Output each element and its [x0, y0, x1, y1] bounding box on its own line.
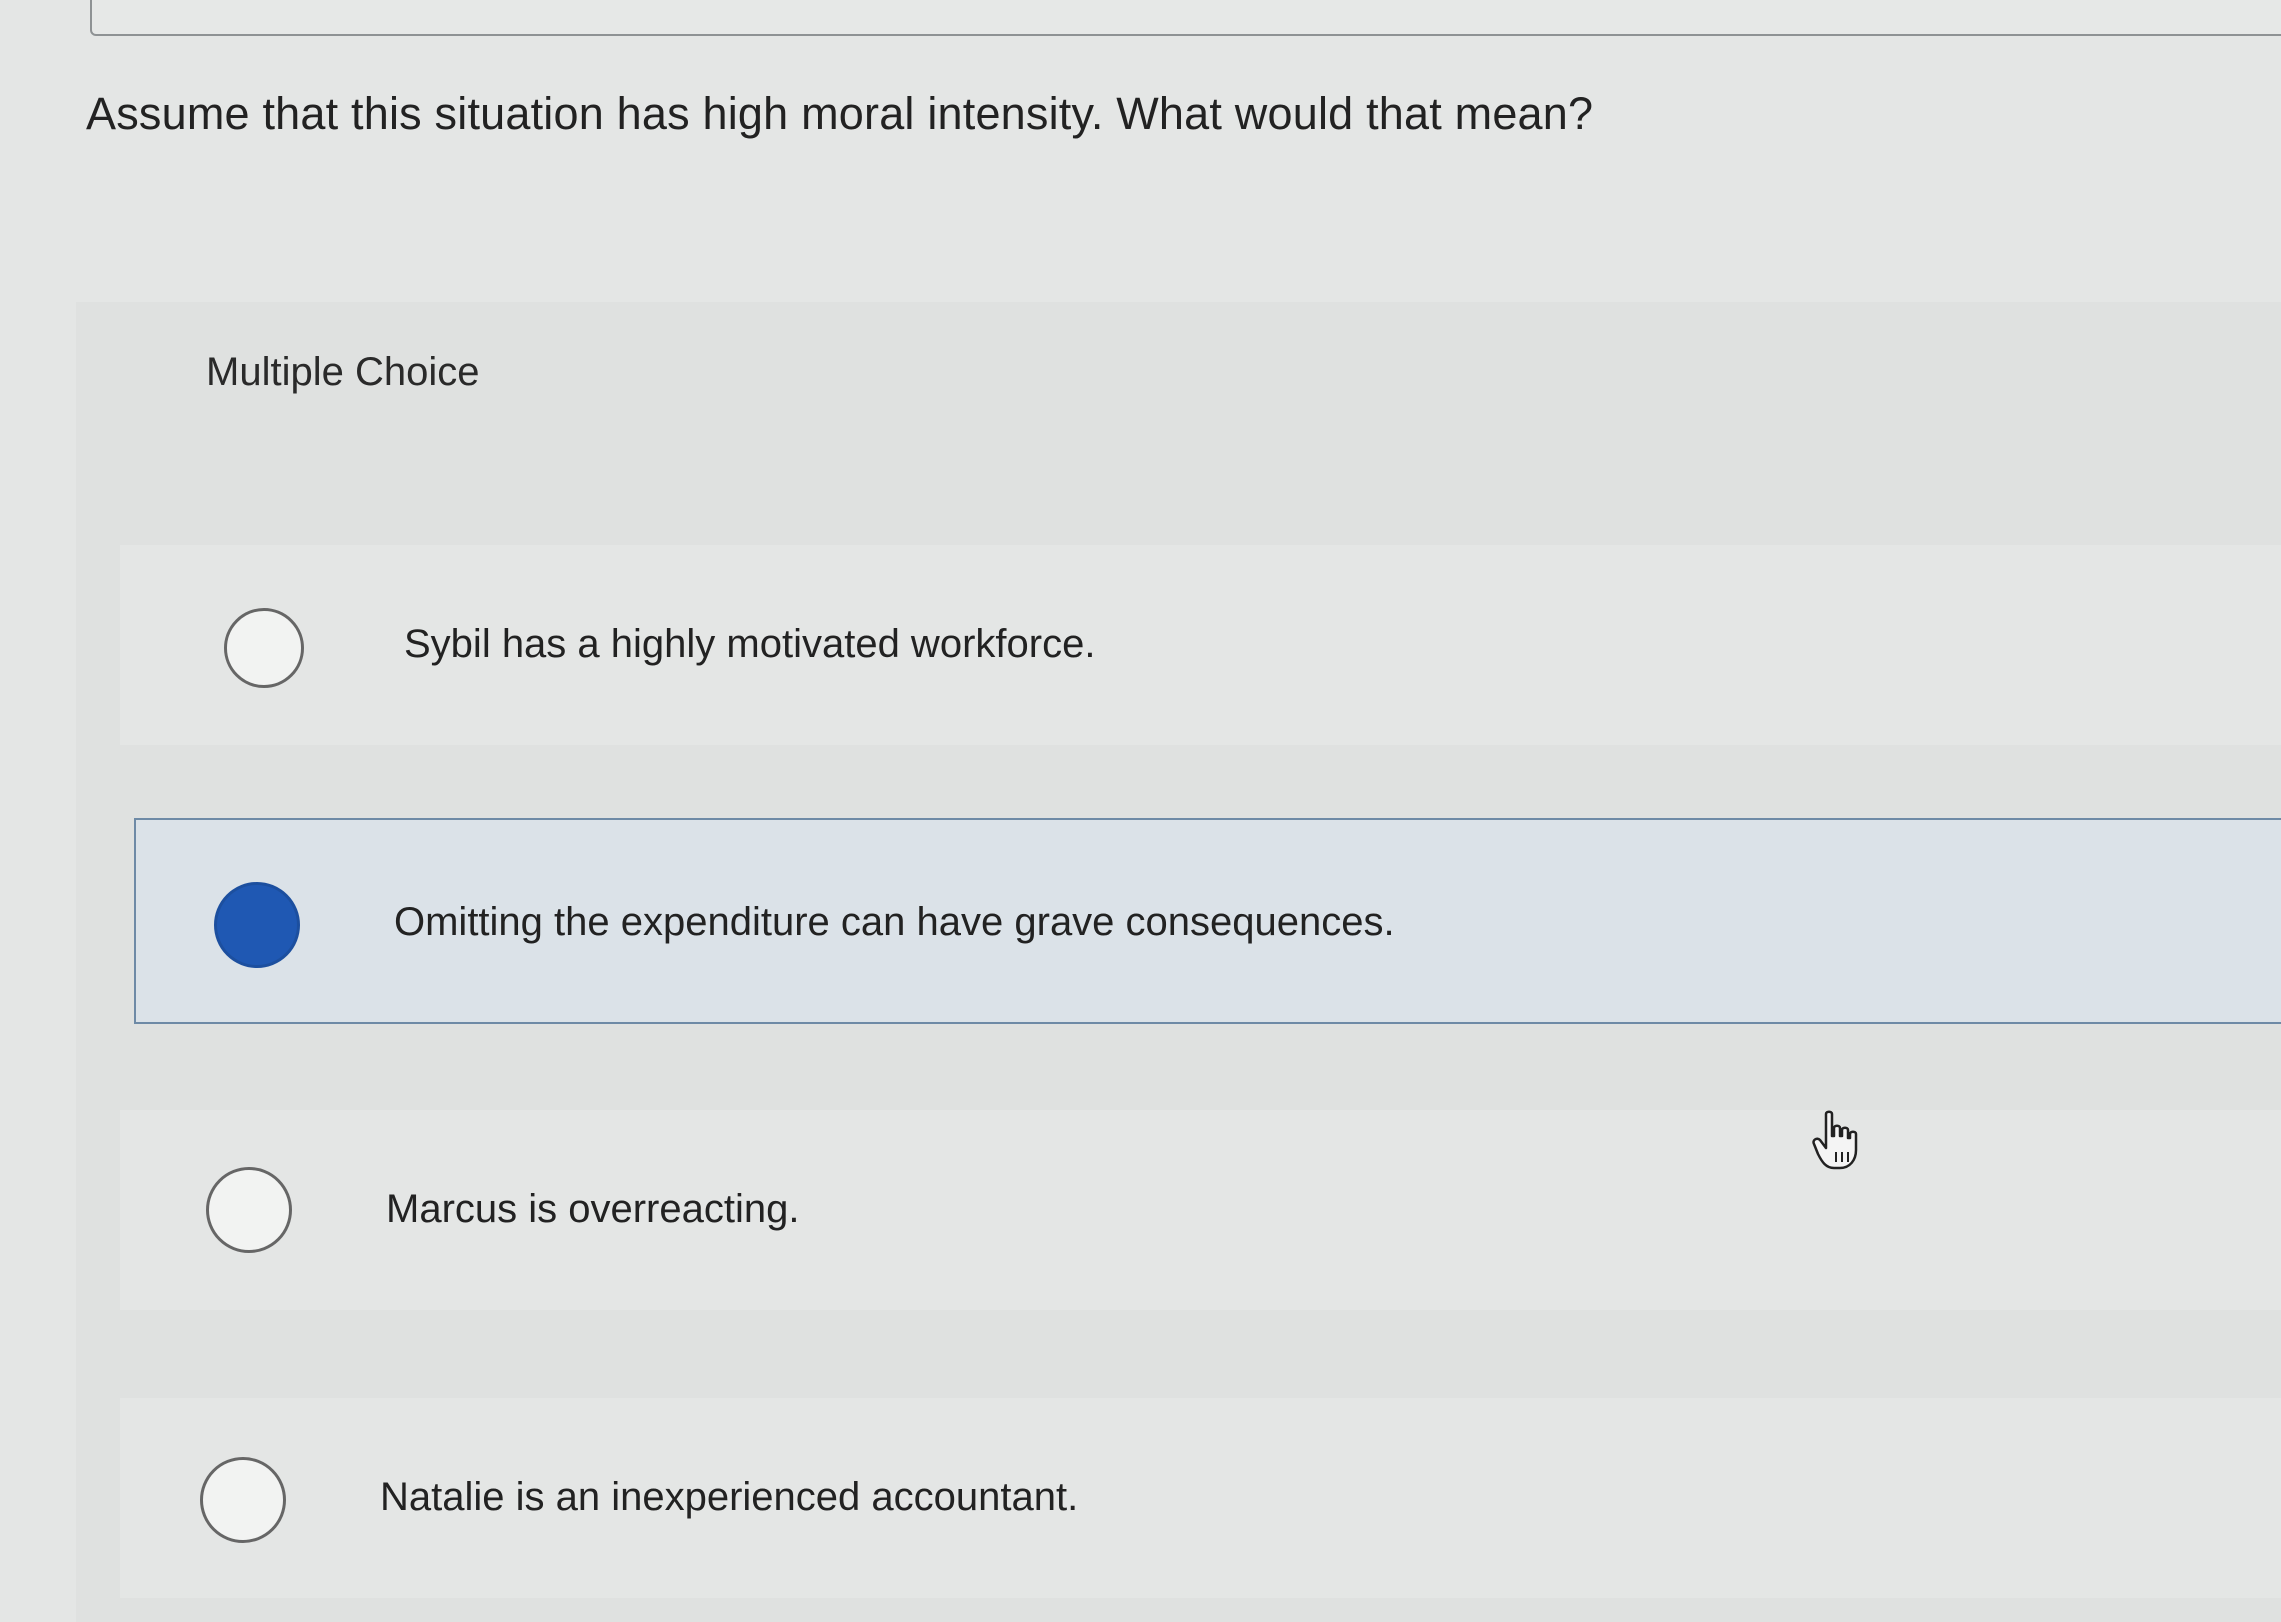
- question-text: Assume that this situation has high mora…: [86, 88, 1594, 139]
- choice-option-label: Sybil has a highly motivated workforce.: [404, 622, 1096, 666]
- choice-option-1[interactable]: Sybil has a highly motivated workforce.: [120, 545, 2281, 745]
- radio-button[interactable]: [200, 1457, 286, 1543]
- radio-button[interactable]: [206, 1167, 292, 1253]
- radio-button-selected[interactable]: [214, 882, 300, 968]
- hand-pointer-icon: [1812, 1110, 1858, 1170]
- radio-button[interactable]: [224, 608, 304, 688]
- choice-option-label: Marcus is overreacting.: [386, 1187, 800, 1231]
- choice-option-label: Omitting the expenditure can have grave …: [394, 900, 1395, 944]
- previous-content-box: [90, 0, 2281, 36]
- choice-option-3[interactable]: Marcus is overreacting.: [120, 1110, 2281, 1310]
- choice-option-2-selected[interactable]: Omitting the expenditure can have grave …: [134, 818, 2281, 1024]
- choice-option-4[interactable]: Natalie is an inexperienced accountant.: [120, 1398, 2281, 1598]
- question-type-label: Multiple Choice: [206, 350, 480, 394]
- choice-option-label: Natalie is an inexperienced accountant.: [380, 1475, 1079, 1519]
